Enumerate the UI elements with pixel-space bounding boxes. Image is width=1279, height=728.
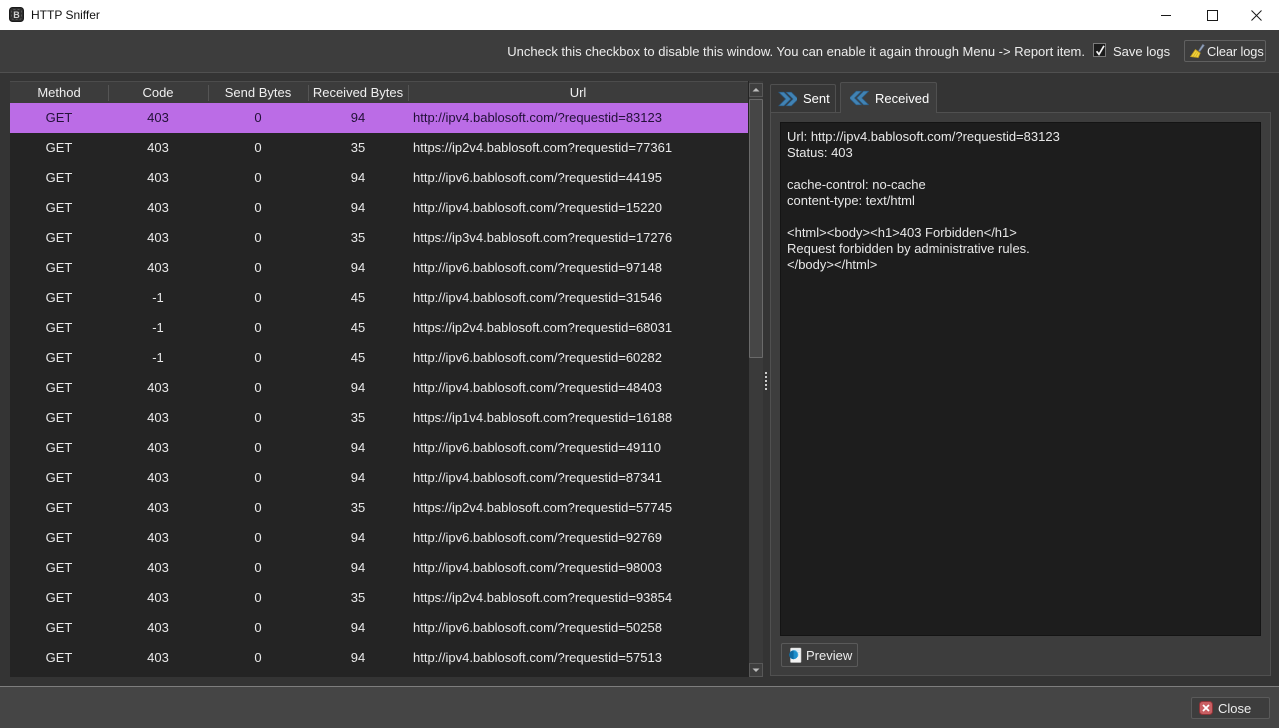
svg-text:B: B bbox=[13, 10, 20, 20]
